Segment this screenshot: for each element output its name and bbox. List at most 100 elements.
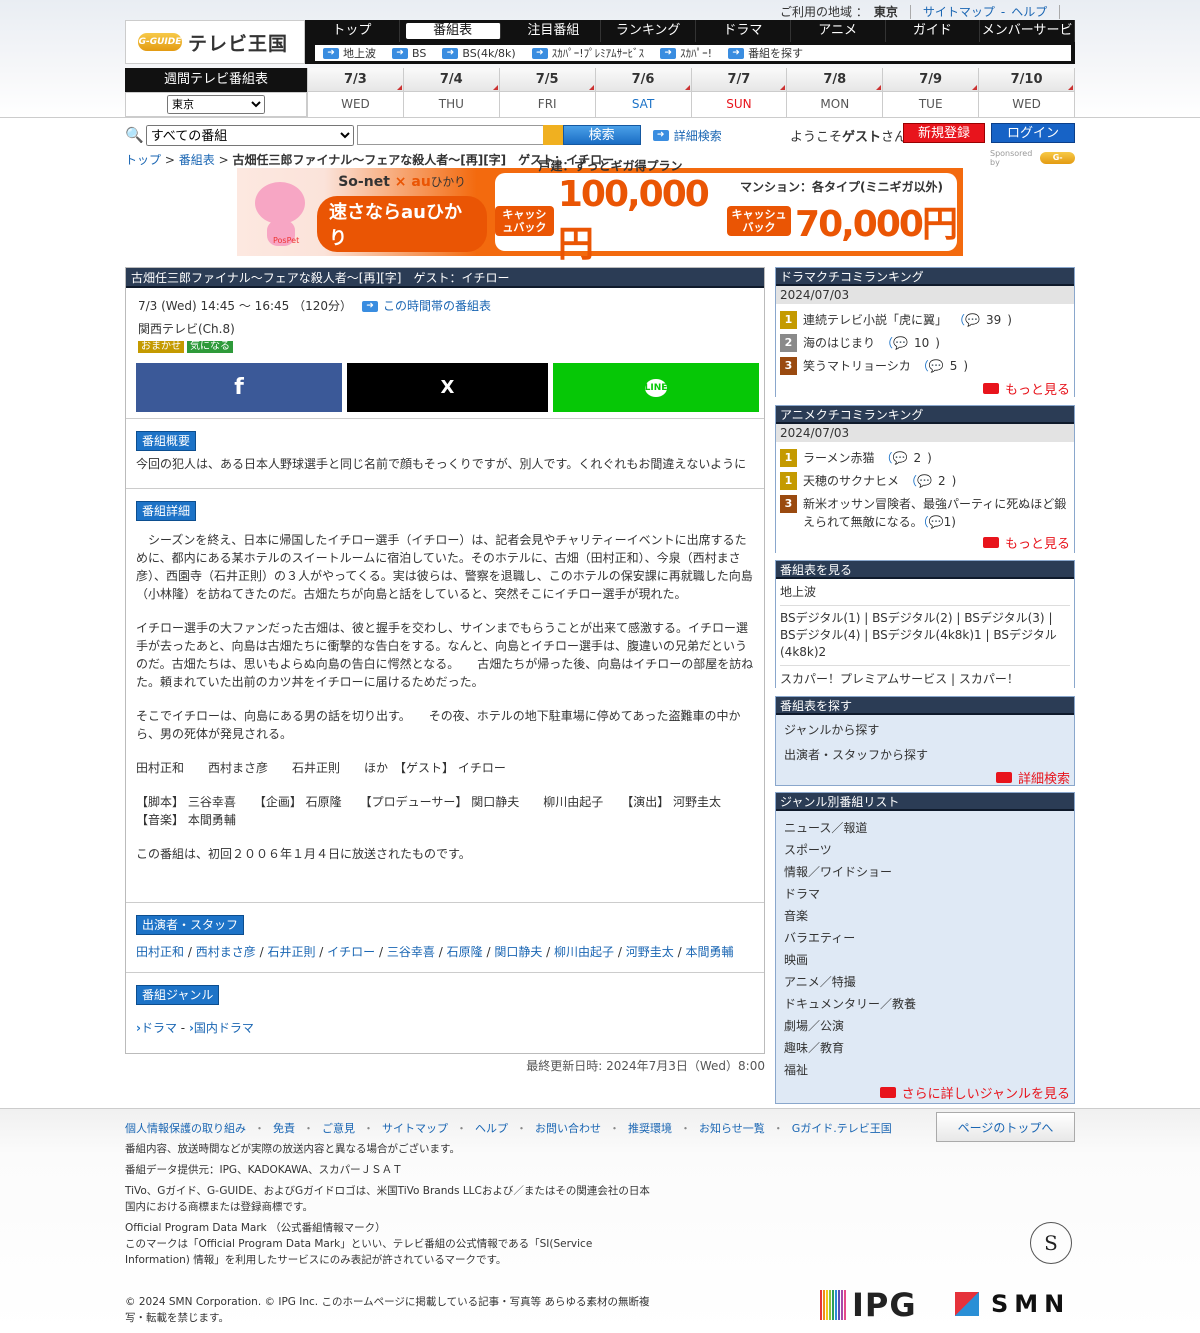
genre-item[interactable]: 劇場／公演	[776, 1015, 1074, 1037]
subnav-find-program[interactable]: ➜ 番組を探す	[728, 45, 803, 61]
footer-link[interactable]: サイトマップ	[382, 1120, 448, 1136]
subnav-bs4k[interactable]: ➜ BS(4k/8k)	[442, 47, 516, 60]
genre-item[interactable]: ニュース／報道	[776, 817, 1074, 839]
cast-link[interactable]: 本間勇輔	[685, 945, 733, 959]
search-button[interactable]: 検索	[562, 125, 641, 145]
bs-link[interactable]: BSデジタル(1)	[780, 611, 860, 625]
cast-link[interactable]: 田村正和	[136, 945, 184, 959]
bs-link[interactable]: BSデジタル(4k8k)1	[872, 628, 982, 642]
page-top-button[interactable]: ページのトップへ	[936, 1112, 1075, 1142]
facebook-share-button[interactable]: f	[136, 363, 342, 412]
ranking-item[interactable]: 1 天穂のサクナヒメ （💬 2)	[780, 472, 1070, 490]
search-input[interactable]	[356, 125, 545, 145]
kininaru-badge[interactable]: 気になる	[187, 341, 233, 353]
genre-link-domestic-drama[interactable]: 国内ドラマ	[194, 1021, 254, 1035]
nav-ranking[interactable]: ランキング	[601, 20, 696, 42]
date-tab[interactable]: 7/8 MON	[786, 68, 883, 117]
subnav-skyperfect-premium[interactable]: ➜ ｽｶﾊﾟｰ!ﾌﾟﾚﾐｱﾑｻｰﾋﾞｽ	[531, 45, 644, 61]
cast-link[interactable]: イチロー	[327, 945, 375, 959]
nav-top[interactable]: トップ	[305, 20, 400, 42]
bs-link[interactable]: BSデジタル(4)	[780, 628, 860, 642]
register-button[interactable]: 新規登録	[903, 123, 985, 143]
subnav-terrestrial[interactable]: ➜ 地上波	[323, 45, 376, 61]
copyright: © 2024 SMN Corporation. © IPG Inc. このホーム…	[125, 1296, 650, 1308]
genre-item[interactable]: ドキュメンタリー／教養	[776, 993, 1074, 1015]
cast-search-link[interactable]: 出演者・スタッフから探す	[776, 744, 1074, 766]
genre-item[interactable]: スポーツ	[776, 839, 1074, 861]
genre-more-link[interactable]: さらに詳しいジャンルを見る	[776, 1083, 1070, 1102]
login-button[interactable]: ログイン	[991, 123, 1075, 143]
footer-link[interactable]: Gガイド.テレビ王国	[792, 1120, 892, 1136]
ranking-item[interactable]: 1 ラーメン赤猫 （💬 2)	[780, 449, 1070, 467]
cast-link[interactable]: 石井正則	[267, 945, 315, 959]
line-share-button[interactable]: LINE	[553, 363, 759, 412]
footer-link[interactable]: お知らせ一覧	[699, 1120, 765, 1136]
nav-featured[interactable]: 注目番組	[507, 20, 602, 42]
date-tab[interactable]: 7/10 WED	[978, 68, 1075, 117]
footer-link[interactable]: 推奨環境	[628, 1120, 672, 1136]
sky-link[interactable]: スカパー！	[959, 672, 1019, 686]
anime-more-link[interactable]: もっと見る	[780, 533, 1070, 552]
date-label: 7/6	[595, 68, 691, 92]
ranking-item[interactable]: 1 連続テレビ小説「虎に翼」 （💬 39)	[780, 311, 1070, 329]
footer-link[interactable]: ヘルプ	[475, 1120, 508, 1136]
detail-search-link[interactable]: 詳細検索	[776, 768, 1070, 787]
subnav-skyperfect[interactable]: ➜ ｽｶﾊﾟｰ!	[660, 45, 712, 61]
timeslot-link[interactable]: ➜ この時間帯の番組表	[361, 296, 491, 317]
terrestrial-link[interactable]: 地上波	[780, 585, 816, 599]
drama-more-link[interactable]: もっと見る	[780, 379, 1070, 398]
genre-item[interactable]: アニメ／特撮	[776, 971, 1074, 993]
date-tab[interactable]: 7/7 SUN	[690, 68, 787, 117]
site-logo[interactable]: G-GUIDE テレビ王国	[125, 20, 305, 64]
cast-link[interactable]: 石原隆	[447, 945, 483, 959]
cast-link[interactable]: 柳川由起子	[554, 945, 614, 959]
footer-link[interactable]: お問い合わせ	[535, 1120, 601, 1136]
footer-link[interactable]: 免責	[273, 1120, 295, 1136]
breadcrumb-schedule[interactable]: 番組表	[179, 153, 215, 167]
bs-link[interactable]: BSデジタル(2)	[872, 611, 952, 625]
detail-search-link[interactable]: ➜ 詳細検索	[652, 127, 722, 144]
date-tab[interactable]: 7/3 WED	[307, 68, 403, 117]
date-tab[interactable]: 7/4 THU	[402, 68, 499, 117]
genre-item[interactable]: 福祉	[776, 1059, 1074, 1081]
genre-item[interactable]: ドラマ	[776, 883, 1074, 905]
ranking-item[interactable]: 2 海のはじまり （💬 10)	[780, 334, 1070, 352]
nav-anime[interactable]: アニメ	[791, 20, 886, 42]
sitemap-link[interactable]: サイトマップ	[923, 3, 995, 20]
footer-link[interactable]: 個人情報保護の取り組み	[125, 1120, 246, 1136]
nav-member[interactable]: メンバーサービス	[980, 20, 1075, 60]
genre-search-link[interactable]: ジャンルから探す	[776, 719, 1074, 741]
area-select[interactable]: 東京	[167, 95, 265, 114]
genre-item[interactable]: 情報／ワイドショー	[776, 861, 1074, 883]
subnav-label: 番組を探す	[748, 47, 804, 60]
omakase-badge[interactable]: おまかせ	[138, 341, 184, 353]
nav-guide[interactable]: ガイド	[886, 20, 981, 42]
genre-item[interactable]: 映画	[776, 949, 1074, 971]
help-link[interactable]: ヘルプ	[1011, 3, 1047, 20]
date-tab[interactable]: 7/6 SAT	[594, 68, 691, 117]
date-tab[interactable]: 7/5 FRI	[498, 68, 595, 117]
cast-link[interactable]: 河野圭太	[626, 945, 674, 959]
ranking-item[interactable]: 3 笑うマトリョーシカ （💬 5)	[780, 357, 1070, 375]
bs-link[interactable]: BSデジタル(3)	[964, 611, 1044, 625]
sky-premium-link[interactable]: スカパー！プレミアムサービス	[780, 672, 947, 686]
region-value[interactable]: 東京	[874, 3, 898, 20]
genre-item[interactable]: 音楽	[776, 905, 1074, 927]
subnav-bs[interactable]: ➜ BS	[392, 47, 426, 60]
cast-link[interactable]: 三谷幸喜	[387, 945, 435, 959]
cast-link[interactable]: 西村まさ彦	[196, 945, 256, 959]
divider	[1059, 4, 1061, 19]
footer-link[interactable]: ご意見	[322, 1120, 355, 1136]
genre-item[interactable]: バラエティー	[776, 927, 1074, 949]
genre-link-drama[interactable]: ドラマ	[141, 1021, 177, 1035]
nav-schedule[interactable]: 番組表	[405, 23, 501, 39]
search-scope-select[interactable]: すべての番組	[145, 124, 354, 146]
breadcrumb-top[interactable]: トップ	[125, 153, 161, 167]
x-share-button[interactable]: X	[347, 363, 548, 412]
ad-banner[interactable]: PosPet So-net × auひかり 速さならauひかり 戸建：ずっとギガ…	[237, 159, 963, 265]
genre-item[interactable]: 趣味／教育	[776, 1037, 1074, 1059]
ranking-item[interactable]: 3 新米オッサン冒険者、最強パーティに死ぬほど鍛えられて無敵になる。（💬1)	[780, 495, 1070, 531]
nav-drama[interactable]: ドラマ	[696, 20, 791, 42]
date-tab[interactable]: 7/9 TUE	[882, 68, 979, 117]
cast-link[interactable]: 関口静夫	[494, 945, 542, 959]
